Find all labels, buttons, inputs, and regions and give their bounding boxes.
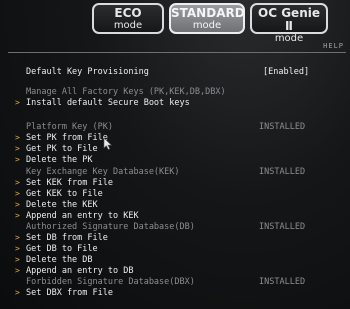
kek-heading-label: Key Exchange Key Database(KEK) [26, 167, 180, 177]
chevron-right-icon: > [15, 133, 20, 142]
dbx-heading-label: Forbidden Signature Database(DBX) [26, 277, 195, 287]
chevron-right-icon: > [15, 233, 20, 242]
default-key-provisioning-row[interactable]: Default Key Provisioning [Enabled] [0, 67, 350, 77]
mode-bar: ECO mode STANDARD mode OC Genie Ⅱ mode [0, 0, 350, 44]
menu-item-label: Set DBX from File [26, 288, 113, 298]
menu-item-label: Set DB from File [26, 233, 108, 243]
dbx-status: INSTALLED [259, 277, 306, 287]
chevron-right-icon: > [15, 144, 20, 153]
platform-key-heading-label: Platform Key (PK) [26, 122, 113, 132]
default-key-provisioning-label: Default Key Provisioning [26, 67, 149, 77]
standard-mode-title: STANDARD [171, 6, 245, 20]
mouse-pointer-icon [103, 138, 113, 150]
menu-item-get-pk[interactable]: > Get PK to File [0, 144, 350, 154]
manage-all-heading: Manage All Factory Keys (PK,KEK,DB,DBX) [0, 87, 350, 97]
oc-genie-mode-subtitle: mode [274, 33, 304, 44]
menu-item-set-kek[interactable]: > Set KEK from File [0, 178, 350, 188]
menu-item-get-kek[interactable]: > Get KEK to File [0, 189, 350, 199]
menu-item-append-db[interactable]: > Append an entry to DB [0, 266, 350, 276]
chevron-right-icon: > [15, 98, 20, 107]
chevron-right-icon: > [15, 178, 20, 187]
menu-item-label: Get KEK to File [26, 189, 103, 199]
menu-item-delete-kek[interactable]: > Delete the KEK [0, 200, 350, 210]
menu-item-append-kek[interactable]: > Append an entry to KEK [0, 211, 350, 221]
standard-mode-subtitle: mode [192, 20, 222, 31]
chevron-right-icon: > [15, 155, 20, 164]
db-status: INSTALLED [259, 222, 306, 232]
header-divider [8, 52, 346, 53]
default-key-provisioning-value[interactable]: [Enabled] [263, 67, 309, 77]
chevron-right-icon: > [15, 266, 20, 275]
eco-mode-subtitle: mode [113, 20, 143, 31]
bios-screen: ECO mode STANDARD mode OC Genie Ⅱ mode H… [0, 0, 350, 309]
menu-item-label: Install default Secure Boot keys [26, 98, 190, 108]
menu-item-label: Set KEK from File [26, 178, 113, 188]
menu-item-set-pk[interactable]: > Set PK from File [0, 133, 350, 143]
menu-item-delete-db[interactable]: > Delete the DB [0, 255, 350, 265]
chevron-right-icon: > [15, 189, 20, 198]
menu-item-delete-pk[interactable]: > Delete the PK [0, 155, 350, 165]
chevron-right-icon: > [15, 255, 20, 264]
db-heading-label: Authorized Signature Database(DB) [26, 222, 195, 232]
standard-mode-button[interactable]: STANDARD mode [169, 3, 245, 34]
menu-item-set-dbx[interactable]: > Set DBX from File [0, 288, 350, 298]
manage-all-heading-label: Manage All Factory Keys (PK,KEK,DB,DBX) [26, 87, 226, 97]
chevron-right-icon: > [15, 244, 20, 253]
platform-key-heading: Platform Key (PK) INSTALLED [0, 122, 350, 132]
platform-key-status: INSTALLED [259, 122, 306, 132]
menu-item-label: Get PK to File [26, 144, 98, 154]
menu-item-label: Delete the DB [26, 255, 93, 265]
menu-item-install-default-keys[interactable]: > Install default Secure Boot keys [0, 98, 350, 108]
menu-item-label: Delete the KEK [26, 200, 98, 210]
chevron-right-icon: > [15, 211, 20, 220]
menu-item-label: Delete the PK [26, 155, 93, 165]
eco-mode-title: ECO [114, 6, 142, 20]
db-heading: Authorized Signature Database(DB) INSTAL… [0, 222, 350, 232]
dbx-heading: Forbidden Signature Database(DBX) INSTAL… [0, 277, 350, 287]
eco-mode-button[interactable]: ECO mode [92, 3, 164, 34]
menu-item-label: Set PK from File [26, 133, 108, 143]
oc-genie-mode-button[interactable]: OC Genie Ⅱ mode [250, 3, 328, 44]
menu-item-get-db[interactable]: > Get DB to File [0, 244, 350, 254]
chevron-right-icon: > [15, 200, 20, 209]
kek-heading: Key Exchange Key Database(KEK) INSTALLED [0, 167, 350, 177]
menu-item-set-db[interactable]: > Set DB from File [0, 233, 350, 243]
kek-status: INSTALLED [259, 167, 306, 177]
help-label[interactable]: HELP [323, 42, 344, 50]
oc-genie-mode-title: OC Genie Ⅱ [258, 6, 320, 33]
menu-item-label: Append an entry to KEK [26, 211, 139, 221]
menu-item-label: Get DB to File [26, 244, 98, 254]
chevron-right-icon: > [15, 288, 20, 297]
menu-item-label: Append an entry to DB [26, 266, 134, 276]
